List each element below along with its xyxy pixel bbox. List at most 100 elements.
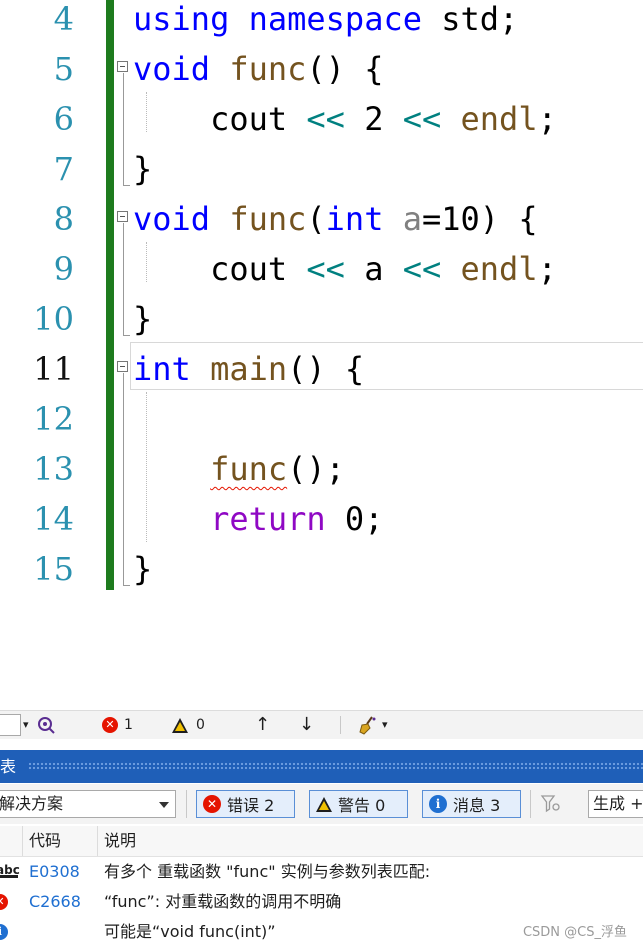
chevron-down-icon: ▾ xyxy=(23,718,29,731)
code-token: () { xyxy=(306,50,384,88)
build-filter-dropdown[interactable]: 生成 + xyxy=(588,790,643,818)
line-number: 15 xyxy=(33,550,74,588)
error-list-title-bar[interactable]: 表 xyxy=(0,750,643,783)
code-token: } xyxy=(133,150,153,188)
info-icon: i xyxy=(0,924,8,940)
code-line[interactable]: using namespace std; xyxy=(133,0,518,44)
code-token: 0; xyxy=(325,500,384,538)
code-line[interactable]: } xyxy=(133,144,152,194)
code-token: ; xyxy=(537,250,557,288)
previous-issue-button[interactable]: ↑ xyxy=(255,711,270,739)
error-description: 有多个 重载函数 "func" 实例与参数列表匹配: xyxy=(104,862,431,881)
line-number: 7 xyxy=(53,150,74,188)
collapse-main-icon[interactable] xyxy=(117,361,128,372)
collapse-func-icon[interactable] xyxy=(117,61,128,72)
error-list-filter-bar: 解决方案 ✕ 错误 2 警告 0 i 消息 3 生成 + xyxy=(0,784,643,824)
code-token: } xyxy=(133,300,153,338)
line-number: 8 xyxy=(53,200,74,238)
collapse-func-int-icon[interactable] xyxy=(117,211,128,222)
fold-end xyxy=(123,185,130,186)
fold-end xyxy=(123,335,130,336)
column-divider[interactable] xyxy=(97,826,98,856)
code-token: (); xyxy=(287,450,345,488)
error-count: 1 xyxy=(124,717,133,733)
error-status-toolbar: ▾ ✕ 1 0 ↑ ↓ ▾ xyxy=(0,710,643,739)
line-number: 6 xyxy=(53,100,74,138)
intellisense-icon[interactable] xyxy=(36,711,56,739)
code-token: << xyxy=(306,100,345,138)
config-dropdown[interactable]: ▾ xyxy=(0,711,32,739)
code-line[interactable]: func(); xyxy=(133,444,345,494)
code-token: << xyxy=(402,100,442,138)
code-line[interactable]: cout << a << endl; xyxy=(133,244,557,294)
code-line[interactable]: } xyxy=(133,294,152,344)
code-token: func xyxy=(229,200,307,238)
code-token: endl xyxy=(460,100,538,138)
chevron-down-icon xyxy=(159,802,169,808)
next-issue-button[interactable]: ↓ xyxy=(299,711,314,739)
code-token: a xyxy=(344,250,403,288)
messages-filter-button[interactable]: i 消息 3 xyxy=(422,790,521,818)
code-line[interactable]: void func() { xyxy=(133,44,383,94)
warnings-filter-button[interactable]: 警告 0 xyxy=(309,790,408,818)
error-count-button[interactable]: ✕ 1 xyxy=(102,711,133,739)
build-filter-value: 生成 + xyxy=(593,794,643,813)
filter-separator xyxy=(186,790,187,818)
column-description-header[interactable]: 说明 xyxy=(104,826,136,856)
code-token: main xyxy=(210,350,288,388)
error-list-row[interactable]: ✕ C2668 “func”: 对重载函数的调用不明确 xyxy=(0,887,643,917)
arrow-down-icon: ↓ xyxy=(299,714,315,735)
messages-filter-label: 消息 3 xyxy=(453,796,501,815)
code-line[interactable]: } xyxy=(133,544,152,594)
warning-icon xyxy=(172,717,188,733)
code-line[interactable]: return 0; xyxy=(133,494,383,544)
fold-end xyxy=(123,585,130,586)
warning-count: 0 xyxy=(196,717,205,733)
broom-icon xyxy=(359,716,376,735)
code-token: =10) { xyxy=(421,200,538,238)
line-number: 11 xyxy=(33,350,74,388)
scope-value: 解决方案 xyxy=(0,794,64,813)
panel-drag-handle[interactable] xyxy=(28,762,643,771)
code-line[interactable]: int main() { xyxy=(133,344,364,394)
toolbar-separator xyxy=(340,716,341,734)
warning-icon xyxy=(316,796,332,812)
code-token: << xyxy=(402,250,442,288)
code-token: << xyxy=(306,250,345,288)
cleanup-button[interactable]: ▾ xyxy=(358,711,388,739)
code-editor[interactable]: 4 5 6 7 8 9 10 11 12 13 14 15 using namespace std; v… xyxy=(0,0,643,700)
line-number: 12 xyxy=(33,400,74,438)
error-code-link[interactable]: E0308 xyxy=(29,857,80,887)
column-divider[interactable] xyxy=(22,826,23,856)
watermark: CSDN @CS_浮鱼 xyxy=(522,925,627,940)
column-code-header[interactable]: 代码 xyxy=(29,826,61,856)
code-line[interactable]: void func(int a=10) { xyxy=(133,194,538,244)
line-number: 9 xyxy=(53,250,74,288)
errors-filter-label: 错误 2 xyxy=(227,796,275,815)
line-number: 13 xyxy=(33,450,74,488)
code-token: void xyxy=(133,50,211,88)
error-description: “func”: 对重载函数的调用不明确 xyxy=(104,892,342,911)
code-token: } xyxy=(133,550,153,588)
code-line[interactable]: cout << 2 << endl; xyxy=(133,94,557,144)
fold-line xyxy=(123,373,124,585)
warning-count-button[interactable]: 0 xyxy=(172,711,205,739)
error-code-link[interactable]: C2668 xyxy=(29,887,81,917)
error-icon: ✕ xyxy=(0,894,8,910)
errors-filter-button[interactable]: ✕ 错误 2 xyxy=(196,790,295,818)
error-list-row[interactable]: abc E0308 有多个 重载函数 "func" 实例与参数列表匹配: xyxy=(0,857,643,887)
code-token: () { xyxy=(287,350,365,388)
scope-dropdown[interactable]: 解决方案 xyxy=(0,790,176,818)
fold-line xyxy=(123,73,124,185)
arrow-up-icon: ↑ xyxy=(255,714,271,735)
fold-line xyxy=(123,223,124,335)
code-token: a xyxy=(402,200,422,238)
code-token: func xyxy=(229,50,307,88)
spelling-error-icon: abc xyxy=(0,863,20,878)
error-description: 可能是“void func(int)” xyxy=(104,922,276,941)
filter-funnel-button[interactable] xyxy=(540,790,562,818)
line-number: 4 xyxy=(53,0,74,38)
